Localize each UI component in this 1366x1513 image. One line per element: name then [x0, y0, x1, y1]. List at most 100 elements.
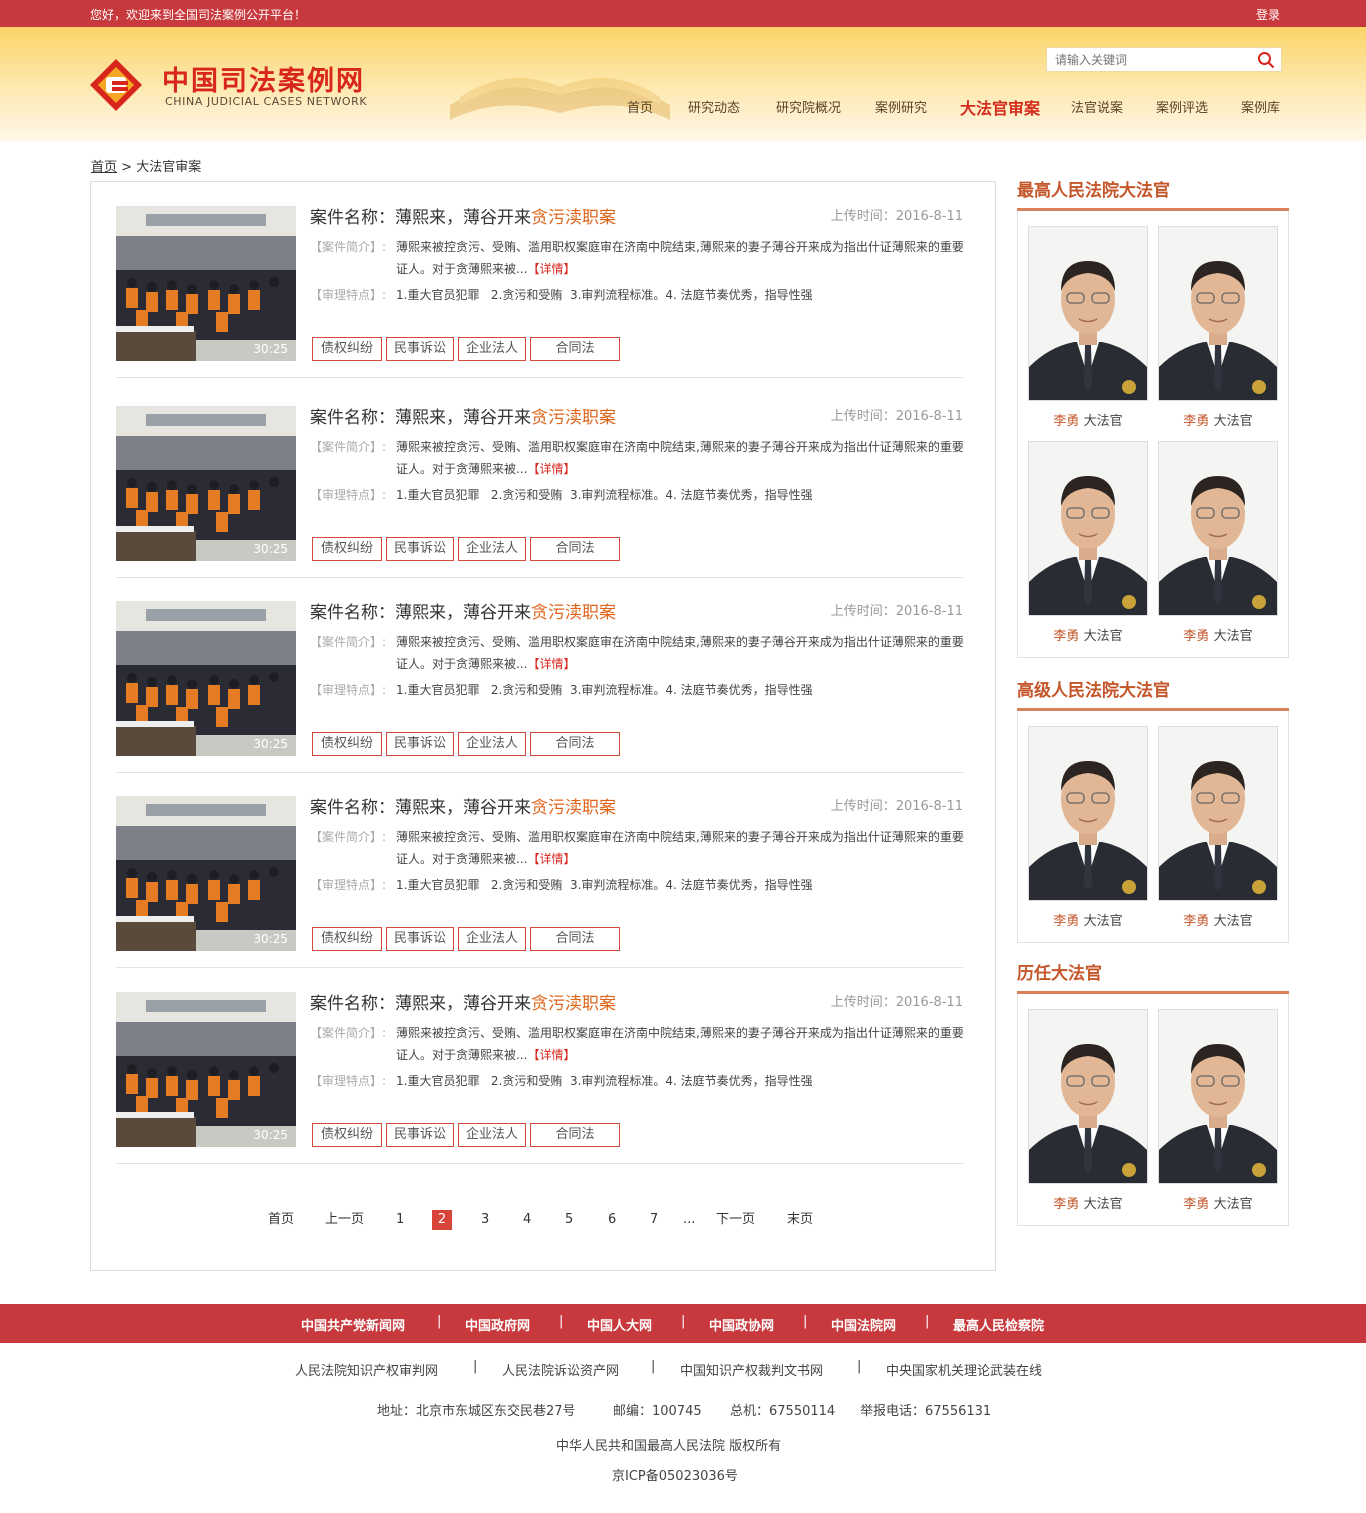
- judge-name[interactable]: 李勇: [1183, 414, 1209, 429]
- footer-link[interactable]: 中国政府网: [465, 1315, 530, 1334]
- pager-page[interactable]: 6: [608, 1210, 616, 1230]
- judge-photo[interactable]: [1158, 441, 1278, 616]
- courtroom-image: [116, 992, 296, 1147]
- case-title[interactable]: 案件名称：薄熙来，薄谷开来贪污渎职案: [310, 403, 616, 428]
- case-details-link[interactable]: 【详情】: [527, 462, 575, 476]
- judge-card[interactable]: 李勇 大法官: [1158, 726, 1278, 929]
- pager-next[interactable]: 下一页: [716, 1210, 755, 1230]
- judge-photo[interactable]: [1028, 441, 1148, 616]
- judge-name[interactable]: 李勇: [1053, 1197, 1079, 1212]
- case-title[interactable]: 案件名称：薄熙来，薄谷开来贪污渎职案: [310, 989, 616, 1014]
- pager-page[interactable]: 7: [650, 1210, 658, 1230]
- footer-link[interactable]: 中国人大网: [587, 1315, 652, 1334]
- video-duration: 30:25: [253, 342, 288, 356]
- case-details-link[interactable]: 【详情】: [527, 657, 575, 671]
- footer-link[interactable]: 中国政协网: [709, 1315, 774, 1334]
- case-tag[interactable]: 民事诉讼: [386, 927, 454, 951]
- case-tag[interactable]: 债权纠纷: [312, 732, 382, 756]
- case-intro-text: 薄熙来被控贪污、受贿、滥用职权案庭审在济南中院结束,薄熙来的妻子薄谷开来成为指出…: [396, 440, 964, 476]
- case-video-thumbnail[interactable]: 30:25: [116, 796, 296, 951]
- case-tag[interactable]: 企业法人: [458, 732, 526, 756]
- case-tag[interactable]: 民事诉讼: [386, 337, 454, 361]
- case-tag[interactable]: 企业法人: [458, 927, 526, 951]
- pager-first[interactable]: 首页: [268, 1210, 294, 1230]
- footer-link-secondary[interactable]: 人民法院知识产权审判网: [295, 1360, 438, 1379]
- judge-role: 大法官: [1213, 914, 1253, 929]
- pager-page[interactable]: 5: [565, 1210, 573, 1230]
- pager-prev[interactable]: 上一页: [325, 1210, 364, 1230]
- judge-card[interactable]: 李勇 大法官: [1158, 441, 1278, 644]
- case-tag[interactable]: 合同法: [530, 927, 620, 951]
- case-tag[interactable]: 债权纠纷: [312, 1123, 382, 1147]
- case-title[interactable]: 案件名称：薄熙来，薄谷开来贪污渎职案: [310, 598, 616, 623]
- judge-name[interactable]: 李勇: [1183, 629, 1209, 644]
- case-tag[interactable]: 企业法人: [458, 537, 526, 561]
- case-details-link[interactable]: 【详情】: [527, 852, 575, 866]
- case-video-thumbnail[interactable]: 30:25: [116, 601, 296, 756]
- judge-photo[interactable]: [1158, 226, 1278, 401]
- footer-link[interactable]: 中国共产党新闻网: [301, 1315, 405, 1334]
- pager-page-current[interactable]: 2: [432, 1210, 452, 1230]
- pager-last[interactable]: 末页: [787, 1210, 813, 1230]
- case-details-link[interactable]: 【详情】: [527, 262, 575, 276]
- case-video-thumbnail[interactable]: 30:25: [116, 206, 296, 361]
- case-tag[interactable]: 民事诉讼: [386, 1123, 454, 1147]
- judge-card[interactable]: 李勇 大法官: [1028, 441, 1148, 644]
- case-tag[interactable]: 合同法: [530, 337, 620, 361]
- case-video-thumbnail[interactable]: 30:25: [116, 992, 296, 1147]
- judge-name[interactable]: 李勇: [1053, 414, 1079, 429]
- nav-item-research-news[interactable]: 研究动态: [688, 97, 740, 116]
- case-video-thumbnail[interactable]: 30:25: [116, 406, 296, 561]
- judge-photo[interactable]: [1158, 726, 1278, 901]
- case-tag[interactable]: 合同法: [530, 732, 620, 756]
- footer-link-secondary[interactable]: 中国知识产权裁判文书网: [680, 1360, 823, 1379]
- judge-name[interactable]: 李勇: [1053, 914, 1079, 929]
- nav-item-judge-talks[interactable]: 法官说案: [1071, 97, 1123, 116]
- case-tag[interactable]: 债权纠纷: [312, 927, 382, 951]
- nav-item-case-library[interactable]: 案例库: [1241, 97, 1280, 116]
- judge-card[interactable]: 李勇 大法官: [1028, 726, 1148, 929]
- search-icon[interactable]: [1257, 51, 1275, 69]
- judge-photo[interactable]: [1028, 726, 1148, 901]
- footer-link[interactable]: 中国法院网: [831, 1315, 896, 1334]
- judge-portrait: [1029, 442, 1147, 615]
- footer-link-secondary[interactable]: 人民法院诉讼资产网: [502, 1360, 619, 1379]
- case-tag[interactable]: 债权纠纷: [312, 537, 382, 561]
- nav-item-justice-trials[interactable]: 大法官审案: [960, 95, 1040, 119]
- judge-name[interactable]: 李勇: [1183, 1197, 1209, 1212]
- judge-photo[interactable]: [1028, 1009, 1148, 1184]
- judge-card[interactable]: 李勇 大法官: [1028, 1009, 1148, 1212]
- judge-card[interactable]: 李勇 大法官: [1158, 1009, 1278, 1212]
- footer-link[interactable]: 最高人民检察院: [953, 1315, 1044, 1334]
- case-title[interactable]: 案件名称：薄熙来，薄谷开来贪污渎职案: [310, 793, 616, 818]
- pager-page[interactable]: 4: [523, 1210, 531, 1230]
- case-details-link[interactable]: 【详情】: [527, 1048, 575, 1062]
- pager-page[interactable]: 1: [396, 1210, 404, 1230]
- judge-photo[interactable]: [1028, 226, 1148, 401]
- pager-page[interactable]: 3: [481, 1210, 489, 1230]
- judge-name[interactable]: 李勇: [1183, 914, 1209, 929]
- search-input[interactable]: [1047, 48, 1247, 71]
- judge-portrait: [1029, 727, 1147, 900]
- judge-card[interactable]: 李勇 大法官: [1158, 226, 1278, 429]
- judge-name[interactable]: 李勇: [1053, 629, 1079, 644]
- footer-link-secondary[interactable]: 中央国家机关理论武装在线: [886, 1360, 1042, 1379]
- case-tag[interactable]: 企业法人: [458, 1123, 526, 1147]
- nav-item-case-selection[interactable]: 案例评选: [1156, 97, 1208, 116]
- header: 中国司法案例网 CHINA JUDICIAL CASES NETWORK 首页 …: [0, 27, 1366, 141]
- judge-role: 大法官: [1083, 914, 1123, 929]
- case-title[interactable]: 案件名称：薄熙来，薄谷开来贪污渎职案: [310, 203, 616, 228]
- case-tag[interactable]: 民事诉讼: [386, 732, 454, 756]
- login-link[interactable]: 登录: [1256, 6, 1280, 23]
- judge-photo[interactable]: [1158, 1009, 1278, 1184]
- nav-item-institute[interactable]: 研究院概况: [776, 97, 841, 116]
- breadcrumb-home[interactable]: 首页: [91, 160, 117, 175]
- case-tag[interactable]: 企业法人: [458, 337, 526, 361]
- case-tag[interactable]: 民事诉讼: [386, 537, 454, 561]
- case-tag[interactable]: 债权纠纷: [312, 337, 382, 361]
- case-tag[interactable]: 合同法: [530, 1123, 620, 1147]
- case-tag[interactable]: 合同法: [530, 537, 620, 561]
- judge-card[interactable]: 李勇 大法官: [1028, 226, 1148, 429]
- nav-item-case-research[interactable]: 案例研究: [875, 97, 927, 116]
- nav-item-home[interactable]: 首页: [627, 97, 653, 116]
